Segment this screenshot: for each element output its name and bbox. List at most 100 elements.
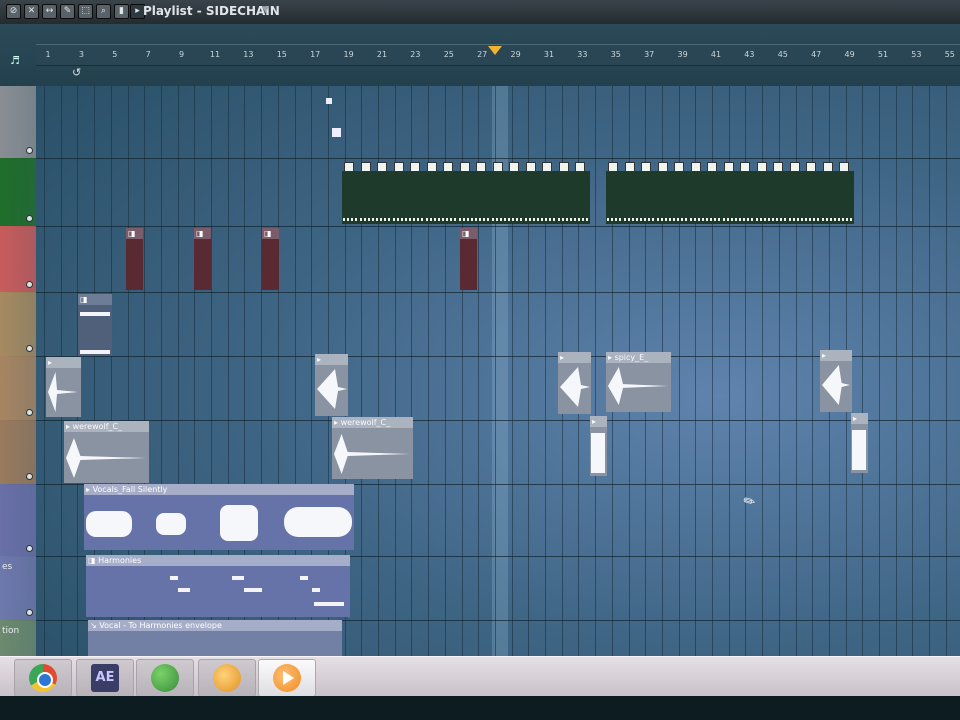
taskbar-chrome-button[interactable]	[14, 659, 72, 697]
bar-number[interactable]: 9	[179, 50, 184, 59]
track-mute-icon[interactable]	[26, 609, 33, 616]
track-mute-icon[interactable]	[26, 147, 33, 154]
bar-number[interactable]: 31	[544, 50, 554, 59]
bar-number[interactable]: 25	[444, 50, 454, 59]
track-header-4[interactable]	[0, 292, 36, 357]
snap-icon[interactable]: ✕	[24, 4, 39, 19]
draw-icon[interactable]: ✎	[60, 4, 75, 19]
drum-step-tick	[557, 218, 572, 221]
drum-step-marker	[344, 162, 354, 172]
track-header-6[interactable]	[0, 420, 36, 485]
pattern-clip[interactable]: ◨	[126, 228, 143, 290]
pattern-clip[interactable]: ◨	[78, 294, 112, 356]
stop-icon[interactable]: ⊘	[6, 4, 21, 19]
bar-number[interactable]: 17	[310, 50, 320, 59]
bar-number[interactable]: 55	[945, 50, 955, 59]
track-mute-icon[interactable]	[26, 545, 33, 552]
bar-number[interactable]: 1	[45, 50, 50, 59]
bar-number[interactable]: 13	[243, 50, 253, 59]
bar-number[interactable]: 51	[878, 50, 888, 59]
pattern-clip[interactable]: ◨	[460, 228, 477, 290]
bar-number[interactable]: 27	[477, 50, 487, 59]
bar-number[interactable]: 37	[644, 50, 654, 59]
drum-step-tick	[359, 218, 374, 221]
pattern-marker[interactable]	[326, 98, 332, 104]
bar-number[interactable]: 47	[811, 50, 821, 59]
bar-number[interactable]: 45	[778, 50, 788, 59]
track-header-5[interactable]	[0, 356, 36, 421]
slice-icon[interactable]: ▮	[114, 4, 129, 19]
clip-header: ▸ werewolf_C_	[64, 421, 149, 432]
loop-icon[interactable]: ↺	[72, 66, 81, 79]
audio-clip-werewolf[interactable]: ▸ werewolf_C_	[64, 421, 149, 483]
audio-clip-werewolf[interactable]: ▸ werewolf_C_	[332, 417, 413, 479]
taskbar-media-player-button[interactable]	[258, 659, 316, 697]
audio-clip[interactable]: ▸	[315, 354, 348, 416]
drum-step-tick	[541, 218, 555, 221]
taskbar-fl-studio-button[interactable]	[198, 659, 256, 697]
clip-header: ◨	[460, 228, 477, 239]
bar-number[interactable]: 11	[210, 50, 220, 59]
audio-clip-vocals[interactable]: ▸ Vocals_Fall Silently	[84, 484, 354, 550]
track-header-2[interactable]	[0, 158, 36, 227]
select-icon[interactable]: ⬚	[78, 4, 93, 19]
pan-icon[interactable]: ↔	[42, 4, 57, 19]
bar-number[interactable]: 19	[344, 50, 354, 59]
track-separator-line	[36, 420, 960, 421]
bar-number[interactable]: 53	[911, 50, 921, 59]
bar-number[interactable]: 21	[377, 50, 387, 59]
taskbar-after-effects-button[interactable]: AE	[76, 659, 134, 697]
audio-clip-spicy[interactable]: ▸ spicy_E_	[606, 352, 671, 412]
bar-number[interactable]: 23	[410, 50, 420, 59]
taskbar-messenger-button[interactable]	[136, 659, 194, 697]
track-mute-icon[interactable]	[26, 409, 33, 416]
pattern-marker[interactable]	[332, 128, 341, 137]
drum-step-tick	[392, 218, 407, 221]
title-dropdown-icon[interactable]: ▼	[262, 5, 269, 15]
drum-step-tick	[656, 218, 671, 221]
pattern-clip-harmonies[interactable]: ◨ Harmonies	[86, 555, 350, 617]
drum-step-tick	[623, 218, 638, 221]
playhead-marker[interactable]	[488, 46, 502, 55]
zoom-icon[interactable]: ⌕	[96, 4, 111, 19]
drum-step-tick	[376, 218, 390, 221]
bar-number[interactable]: 43	[744, 50, 754, 59]
bar-number[interactable]: 5	[112, 50, 117, 59]
audio-clip[interactable]: ▸	[820, 350, 852, 412]
bar-number[interactable]: 39	[678, 50, 688, 59]
clip-header: ◨	[262, 228, 279, 239]
bar-number[interactable]: 3	[79, 50, 84, 59]
bar-number[interactable]: 41	[711, 50, 721, 59]
clip-body	[851, 424, 868, 473]
pattern-clip[interactable]: ◨	[262, 228, 279, 290]
track-mute-icon[interactable]	[26, 345, 33, 352]
track-header-8[interactable]: es	[0, 556, 36, 621]
clip-body	[820, 361, 852, 412]
track-mute-icon[interactable]	[26, 281, 33, 288]
audio-clip[interactable]: ▸	[46, 357, 81, 417]
drum-pattern-clip[interactable]	[342, 160, 590, 224]
drum-step-tick	[739, 218, 753, 221]
audio-clip[interactable]: ▸	[851, 413, 868, 473]
pattern-clip[interactable]: ◨	[194, 228, 211, 290]
audio-clip[interactable]: ▸	[558, 352, 591, 414]
audio-clip[interactable]: ▸	[590, 416, 607, 476]
track-header-7[interactable]	[0, 484, 36, 557]
track-mute-icon[interactable]	[26, 215, 33, 222]
automation-clip-envelope[interactable]: ↘ Vocal - To Harmonies envelope	[88, 620, 342, 656]
clip-name: Vocals_Fall Silently	[92, 485, 168, 494]
bar-number[interactable]: 15	[277, 50, 287, 59]
bar-number[interactable]: 49	[845, 50, 855, 59]
track-header-1[interactable]	[0, 86, 36, 159]
bar-number[interactable]: 7	[146, 50, 151, 59]
clip-name: werewolf_C_	[72, 422, 123, 431]
track-header-3[interactable]	[0, 226, 36, 293]
note-icon[interactable]: ♬	[10, 54, 28, 67]
track-header-9[interactable]: tion	[0, 620, 36, 657]
note-block	[244, 588, 262, 592]
bar-number[interactable]: 35	[611, 50, 621, 59]
drum-pattern-clip[interactable]	[606, 160, 854, 224]
bar-number[interactable]: 29	[511, 50, 521, 59]
bar-number[interactable]: 33	[577, 50, 587, 59]
track-mute-icon[interactable]	[26, 473, 33, 480]
